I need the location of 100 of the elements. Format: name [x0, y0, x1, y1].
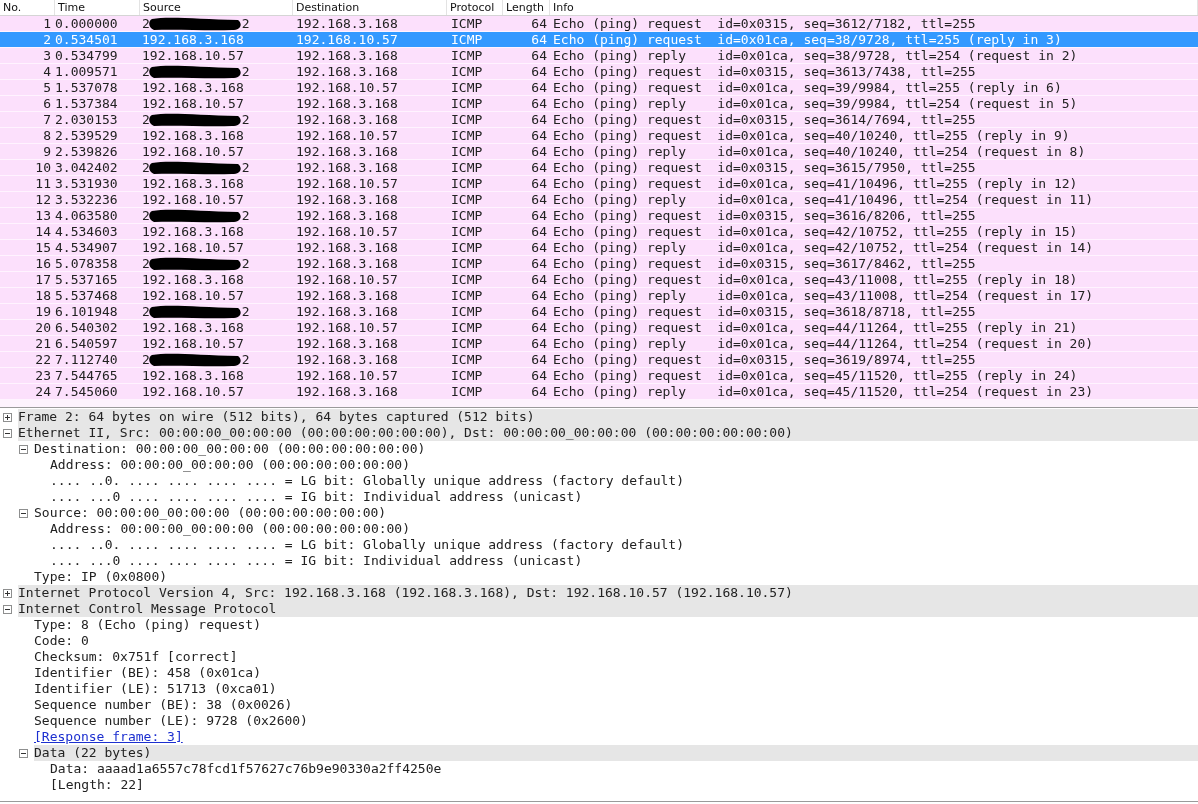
packet-row[interactable]: 6 1.537384 192.168.10.57 192.168.3.168 ICMP 64 Echo (ping) reply id=0x01ca, seq=39/9984, ttl=254 (request in 5): [0, 96, 1198, 112]
tree-item: Data: aaaad1a6557c78fcd1f57627c76b9e90330a2ff4250e: [50, 761, 442, 777]
tree-item[interactable]: Internet Control Message Protocol: [18, 601, 1198, 617]
packet-row[interactable]: 23 7.544765 192.168.3.168 192.168.10.57 ICMP 64 Echo (ping) request id=0x01ca, seq=45/11520, ttl=255 (reply in 24): [0, 368, 1198, 384]
packet-row[interactable]: 12 3.532236 192.168.10.57 192.168.3.168 ICMP 64 Echo (ping) reply id=0x01ca, seq=41/10496, ttl=254 (request in 11): [0, 192, 1198, 208]
packet-row[interactable]: 22 7.112740 2 2 192.168.3.168 ICMP 64 Echo (ping) request id=0x0315, seq=3619/8974, ttl=255: [0, 352, 1198, 368]
packet-row[interactable]: 10 3.042402 2 2 192.168.3.168 ICMP 64 Echo (ping) request id=0x0315, seq=3615/7950, ttl=255: [0, 160, 1198, 176]
collapse-icon[interactable]: [19, 444, 28, 454]
table-cell: 2: [142, 16, 150, 32]
table-cell: Echo (ping) reply id=0x01ca, seq=39/9984, ttl=254 (request in 5): [553, 96, 1078, 112]
table-cell: Echo (ping) request id=0x0315, seq=3618/8718, ttl=255: [553, 304, 976, 320]
table-cell-text: 64: [530, 256, 547, 272]
collapse-icon[interactable]: [19, 748, 28, 758]
column-heading[interactable]: Info: [550, 0, 1198, 15]
table-cell-text: 192.168.10.57: [295, 128, 399, 144]
packet-row[interactable]: 5 1.537078 192.168.3.168 192.168.10.57 ICMP 64 Echo (ping) request id=0x01ca, seq=39/9984, ttl=255 (reply in 6): [0, 80, 1198, 96]
table-cell-text: 64: [530, 272, 547, 288]
table-cell-text: 6.101948: [55, 304, 119, 320]
packet-row[interactable]: 16 5.078358 2 2 192.168.3.168 ICMP 64 Echo (ping) request id=0x0315, seq=3617/8462, ttl=255: [0, 256, 1198, 272]
packet-row[interactable]: 24 7.545060 192.168.10.57 192.168.3.168 ICMP 64 Echo (ping) reply id=0x01ca, seq=45/11520, ttl=254 (request in 23): [0, 384, 1198, 400]
expand-icon[interactable]: [3, 412, 12, 422]
table-cell: 2: [241, 256, 250, 272]
table-cell-text: 64: [530, 128, 547, 144]
packet-row[interactable]: 19 6.101948 2 2 192.168.3.168 ICMP 64 Echo (ping) request id=0x0315, seq=3618/8718, ttl=255: [0, 304, 1198, 320]
table-cell: Echo (ping) request id=0x01ca, seq=42/10752, ttl=255 (reply in 15): [553, 224, 1078, 240]
packet-row[interactable]: 11 3.531930 192.168.3.168 192.168.10.57 ICMP 64 Echo (ping) request id=0x01ca, seq=41/10496, ttl=255 (reply in 12): [0, 176, 1198, 192]
packet-row[interactable]: 18 5.537468 192.168.10.57 192.168.3.168 ICMP 64 Echo (ping) reply id=0x01ca, seq=43/11008, ttl=254 (request in 17): [0, 288, 1198, 304]
table-cell-text: 64: [530, 288, 547, 304]
packet-row[interactable]: 8 2.539529 192.168.3.168 192.168.10.57 ICMP 64 Echo (ping) request id=0x01ca, seq=40/10240, ttl=255 (reply in 9): [0, 128, 1198, 144]
packet-row[interactable]: 7 2.030153 2 2 192.168.3.168 ICMP 64 Echo (ping) request id=0x0315, seq=3614/7694, ttl=255: [0, 112, 1198, 128]
column-heading[interactable]: Protocol: [447, 0, 503, 15]
packet-row[interactable]: 3 0.534799 192.168.10.57 192.168.3.168 ICMP 64 Echo (ping) reply id=0x01ca, seq=38/9728, ttl=254 (request in 2): [0, 48, 1198, 64]
tree-item: .... ..0. .... .... .... .... = LG bit: Globally unique address (factory default): [50, 537, 684, 553]
collapse-icon[interactable]: [3, 428, 12, 438]
packet-row[interactable]: 17 5.537165 192.168.3.168 192.168.10.57 ICMP 64 Echo (ping) request id=0x01ca, seq=43/11008, ttl=255 (reply in 18): [0, 272, 1198, 288]
table-cell: Echo (ping) request id=0x0315, seq=3616/8206, ttl=255: [553, 208, 976, 224]
response-frame-link[interactable]: [Response frame: 3]: [34, 729, 183, 745]
column-heading[interactable]: Time: [55, 0, 140, 15]
tree-item: .... ...0 .... .... .... .... = IG bit: Individual address (unicast): [50, 553, 583, 569]
column-heading[interactable]: Length: [503, 0, 550, 15]
column-heading[interactable]: Source: [140, 0, 293, 15]
table-cell-text: 19: [34, 304, 51, 320]
table-cell-text: 64: [530, 320, 547, 336]
packet-row[interactable]: 21 6.540597 192.168.10.57 192.168.3.168 ICMP 64 Echo (ping) reply id=0x01ca, seq=44/11264, ttl=254 (request in 20): [0, 336, 1198, 352]
table-cell: 192.168.10.57: [142, 192, 244, 208]
packet-row[interactable]: 9 2.539826 192.168.10.57 192.168.3.168 ICMP 64 Echo (ping) reply id=0x01ca, seq=40/10240, ttl=254 (request in 8): [0, 144, 1198, 160]
tree-item[interactable]: Destination: 00:00:00_00:00:00 (00:00:00:00:00:00): [34, 441, 426, 457]
tree-item[interactable]: Source: 00:00:00_00:00:00 (00:00:00:00:00:00): [34, 505, 387, 521]
table-cell: 2: [241, 304, 250, 320]
table-cell-text: 192.168.3.168: [295, 192, 399, 208]
table-cell-text: 192.168.3.168: [295, 352, 399, 368]
table-cell-text: 64: [530, 384, 547, 400]
table-cell-text: 64: [530, 208, 547, 224]
tree-item: Code: 0: [34, 633, 89, 649]
table-cell-text: 192.168.10.57: [295, 80, 399, 96]
table-cell-text: 64: [530, 64, 547, 80]
table-cell: Echo (ping) reply id=0x01ca, seq=40/10240, ttl=254 (request in 8): [553, 144, 1086, 160]
table-cell-text: 192.168.10.57: [295, 368, 399, 384]
table-cell: Echo (ping) reply id=0x01ca, seq=38/9728, ttl=254 (request in 2): [553, 48, 1078, 64]
collapse-icon[interactable]: [3, 604, 12, 614]
table-cell: 192.168.10.57: [142, 96, 244, 112]
table-cell: Echo (ping) request id=0x0315, seq=3615/7950, ttl=255: [553, 160, 976, 176]
table-cell-text: 192.168.10.57: [295, 272, 399, 288]
table-cell-text: 7: [42, 112, 51, 128]
table-cell-text: 4.534907: [55, 240, 119, 256]
table-cell-text: 192.168.3.168: [295, 64, 399, 80]
tree-item[interactable]: Internet Protocol Version 4, Src: 192.168.3.168 (192.168.3.168), Dst: 192.168.10.57 (192.168.10.57): [18, 585, 1198, 601]
packet-row[interactable]: 4 1.009571 2 2 192.168.3.168 ICMP 64 Echo (ping) request id=0x0315, seq=3613/7438, ttl=255: [0, 64, 1198, 80]
table-cell-text: 21: [34, 336, 51, 352]
table-cell-text: 64: [530, 32, 547, 48]
tree-item[interactable]: Ethernet II, Src: 00:00:00_00:00:00 (00:00:00:00:00:00), Dst: 00:00:00_00:00:00 (00:00:00:00:00:00): [18, 425, 1198, 441]
table-cell-text: ICMP: [450, 112, 484, 128]
packet-row[interactable]: 1 0.000000 2 2 192.168.3.168 ICMP 64 Echo (ping) request id=0x0315, seq=3612/7182, ttl=255: [0, 16, 1198, 32]
table-cell-text: 192.168.3.168: [295, 96, 399, 112]
packet-row[interactable]: 13 4.063580 2 2 192.168.3.168 ICMP 64 Echo (ping) request id=0x0315, seq=3616/8206, ttl=255: [0, 208, 1198, 224]
column-heading[interactable]: Destination: [293, 0, 447, 15]
column-heading[interactable]: No.: [0, 0, 55, 15]
tree-item[interactable]: Data (22 bytes): [34, 745, 1198, 761]
table-cell: 192.168.10.57: [142, 240, 244, 256]
table-cell: Echo (ping) request id=0x01ca, seq=43/11008, ttl=255 (reply in 18): [553, 272, 1078, 288]
expand-icon[interactable]: [3, 588, 12, 598]
table-cell-text: 64: [530, 96, 547, 112]
tree-item[interactable]: Frame 2: 64 bytes on wire (512 bits), 64 bytes captured (512 bits): [18, 409, 1198, 425]
table-cell-text: 6.540597: [55, 336, 119, 352]
table-cell-text: 192.168.3.168: [295, 48, 399, 64]
packet-row[interactable]: 20 6.540302 192.168.3.168 192.168.10.57 ICMP 64 Echo (ping) request id=0x01ca, seq=44/11264, ttl=255 (reply in 21): [0, 320, 1198, 336]
table-cell-text: ICMP: [450, 64, 484, 80]
table-cell: 192.168.10.57: [142, 144, 244, 160]
table-cell-text: ICMP: [450, 96, 484, 112]
table-cell-text: 64: [530, 240, 547, 256]
table-cell: 2: [241, 64, 250, 80]
collapse-icon[interactable]: [19, 508, 28, 518]
table-cell-text: 192.168.3.168: [295, 384, 399, 400]
packet-row[interactable]: 14 4.534603 192.168.3.168 192.168.10.57 ICMP 64 Echo (ping) request id=0x01ca, seq=42/10752, ttl=255 (reply in 15): [0, 224, 1198, 240]
packet-row[interactable]: 15 4.534907 192.168.10.57 192.168.3.168 ICMP 64 Echo (ping) reply id=0x01ca, seq=42/10752, ttl=254 (request in 14): [0, 240, 1198, 256]
table-cell: 192.168.10.57: [142, 384, 244, 400]
table-cell-text: 13: [34, 208, 51, 224]
table-cell-text: 192.168.10.57: [295, 224, 399, 240]
tree-item: .... ..0. .... .... .... .... = LG bit: Globally unique address (factory default): [50, 473, 684, 489]
table-cell-text: ICMP: [450, 288, 484, 304]
